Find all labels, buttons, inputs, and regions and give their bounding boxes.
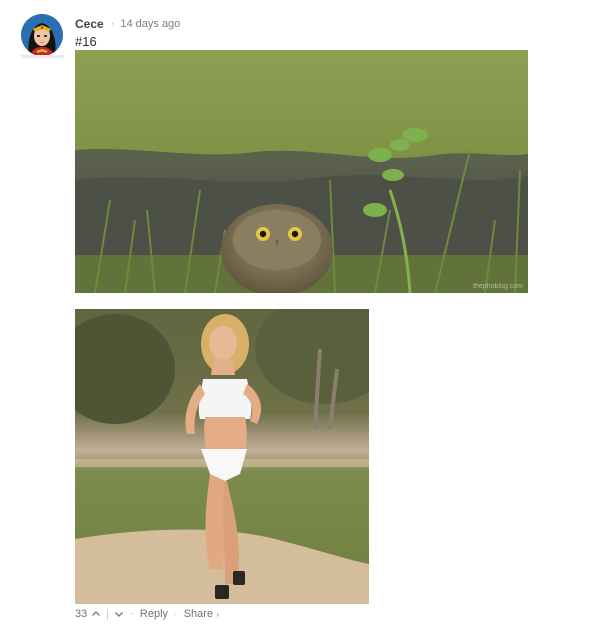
avatar-underline — [21, 55, 65, 58]
chevron-right-icon: › — [216, 609, 220, 619]
watermark: thephoblog.com — [473, 283, 523, 290]
vote-count: 33 — [75, 608, 88, 620]
header-separator: · — [110, 18, 115, 30]
author-name[interactable]: Cece — [75, 17, 104, 31]
reply-button[interactable]: Reply — [140, 608, 168, 620]
vote-divider — [107, 608, 109, 620]
avatar-container[interactable] — [21, 14, 65, 60]
timestamp-link[interactable]: 14 days ago — [120, 18, 180, 30]
chevron-down-icon[interactable] — [114, 609, 124, 619]
chevron-up-icon[interactable] — [91, 609, 101, 619]
comment-text: #16 — [75, 34, 97, 49]
share-label: Share — [183, 608, 214, 620]
footer-separator: · — [174, 608, 178, 620]
burrowing-owl-image[interactable]: thephoblog.com — [75, 50, 528, 293]
comment-footer: 33 · Reply · Share › — [75, 606, 219, 622]
share-button[interactable]: Share › — [184, 608, 219, 620]
footer-separator: · — [130, 608, 134, 620]
comment-header: Cece · 14 days ago — [75, 16, 180, 32]
avatar[interactable] — [21, 14, 63, 56]
woman-running-image[interactable] — [75, 309, 369, 604]
